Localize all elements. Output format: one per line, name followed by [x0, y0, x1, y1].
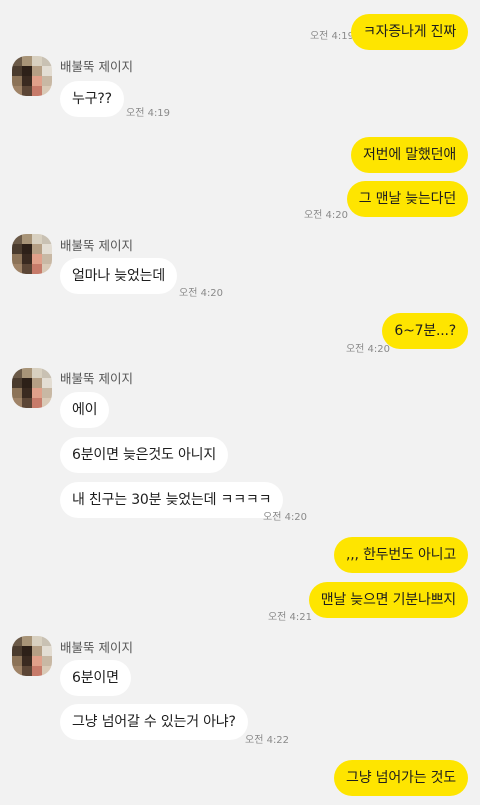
their-message-bubble[interactable]: 6분이면	[60, 660, 131, 696]
sender-name: 배불뚝 제이지	[60, 59, 133, 74]
my-message-bubble[interactable]: 맨날 늦으면 기분나쁘지	[308, 582, 468, 618]
message-time: 오전 4:20	[345, 344, 390, 355]
avatar[interactable]	[12, 636, 52, 676]
my-message-bubble[interactable]: ,,, 한두번도 아니고	[333, 537, 468, 573]
their-message-bubble[interactable]: 에이	[60, 392, 110, 428]
message-time: 오전 4:20	[179, 288, 224, 299]
my-message-bubble[interactable]: ㅋ자증나게 진짜	[350, 14, 468, 50]
my-message-bubble[interactable]: 그 맨날 늦는다던	[346, 181, 468, 217]
message-time: 오전 4:19	[126, 108, 171, 119]
message-time: 오전 4:19	[309, 31, 354, 42]
my-message-bubble[interactable]: 그냥 넘어가는 것도	[334, 760, 468, 796]
my-message-bubble[interactable]: 저번에 말했던애	[350, 137, 468, 173]
their-message-bubble[interactable]: 그냥 넘어갈 수 있는거 아냐?	[60, 704, 248, 740]
avatar[interactable]	[12, 56, 52, 96]
message-time: 오전 4:22	[245, 735, 290, 746]
sender-name: 배불뚝 제이지	[60, 371, 133, 386]
their-message-bubble[interactable]: 얼마나 늦었는데	[60, 258, 178, 294]
sender-name: 배불뚝 제이지	[60, 640, 133, 655]
sender-name: 배불뚝 제이지	[60, 238, 133, 253]
their-message-bubble[interactable]: 내 친구는 30분 늦었는데 ㅋㅋㅋㅋ	[60, 482, 284, 518]
their-message-bubble[interactable]: 6분이면 늦은것도 아니지	[60, 437, 229, 473]
their-message-bubble[interactable]: 누구??	[60, 81, 124, 117]
avatar[interactable]	[12, 368, 52, 408]
message-time: 오전 4:20	[263, 512, 308, 523]
my-message-bubble[interactable]: 6~7분...?	[382, 313, 468, 349]
message-time: 오전 4:20	[303, 210, 348, 221]
message-time: 오전 4:21	[267, 612, 312, 623]
avatar[interactable]	[12, 234, 52, 274]
